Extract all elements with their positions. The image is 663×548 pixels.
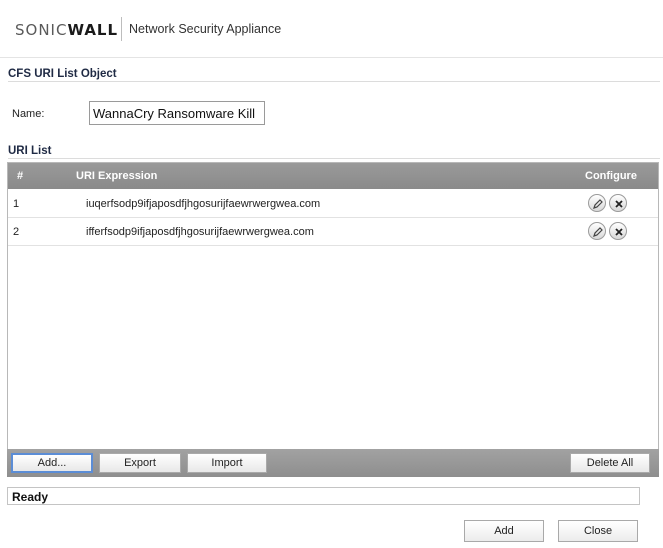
section-divider [8, 81, 660, 82]
name-label: Name: [12, 108, 45, 120]
close-button[interactable]: Close [558, 520, 638, 542]
row-number: 1 [13, 198, 20, 210]
pencil-icon[interactable] [588, 222, 606, 240]
table-header: # URI Expression Configure [8, 163, 658, 189]
row-uri: iuqerfsodp9ifjaposdfjhgosurijfaewrwergwe… [86, 198, 321, 210]
app-header: SONICWALL Network Security Appliance [0, 0, 663, 58]
import-button[interactable]: Import [187, 453, 267, 473]
row-number: 2 [13, 226, 20, 238]
add-button[interactable]: Add [464, 520, 544, 542]
product-name: Network Security Appliance [129, 22, 282, 36]
row-uri: ifferfsodp9ifjaposdfjhgosurijfaewrwergwe… [86, 226, 314, 238]
table-row[interactable]: 1 iuqerfsodp9ifjaposdfjhgosurijfaewrwerg… [8, 190, 658, 218]
sonicwall-logo: SONICWALL [15, 21, 119, 39]
column-header-expression: URI Expression [76, 170, 158, 182]
delete-x-icon[interactable] [609, 194, 627, 212]
column-header-configure: Configure [585, 170, 637, 182]
status-bar: Ready [7, 487, 640, 505]
uri-list-title: URI List [8, 145, 52, 157]
pencil-icon[interactable] [588, 194, 606, 212]
column-header-num: # [17, 170, 24, 182]
object-section-title: CFS URI List Object [8, 68, 117, 80]
add-uri-button[interactable]: Add... [11, 453, 93, 473]
uri-list-table: # URI Expression Configure 1 iuqerfsodp9… [7, 162, 659, 477]
delete-x-icon[interactable] [609, 222, 627, 240]
name-input[interactable] [89, 101, 265, 125]
export-button[interactable]: Export [99, 453, 181, 473]
list-toolbar: Add... Export Import Delete All [7, 449, 659, 477]
section-divider [8, 158, 660, 159]
delete-all-button[interactable]: Delete All [570, 453, 650, 473]
logo-divider [121, 17, 122, 41]
table-row[interactable]: 2 ifferfsodp9ifjaposdfjhgosurijfaewrwerg… [8, 218, 658, 246]
